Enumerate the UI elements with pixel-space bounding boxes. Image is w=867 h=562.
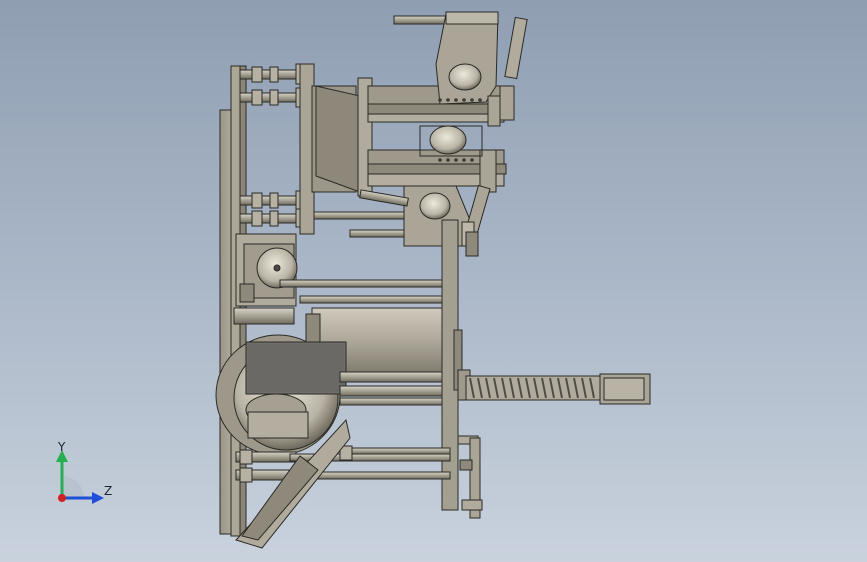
bottom-arm — [457, 435, 483, 519]
y-axis-label: Y — [58, 440, 66, 454]
triad-graphic — [56, 450, 104, 504]
gear-motor-block — [235, 233, 298, 307]
machine-assembly-model[interactable] — [0, 0, 867, 562]
axis-triad: Y Z — [44, 436, 124, 516]
x-axis-dot — [58, 494, 66, 502]
3d-viewport[interactable]: Y Z — [0, 0, 867, 562]
z-axis-label: Z — [104, 484, 113, 498]
